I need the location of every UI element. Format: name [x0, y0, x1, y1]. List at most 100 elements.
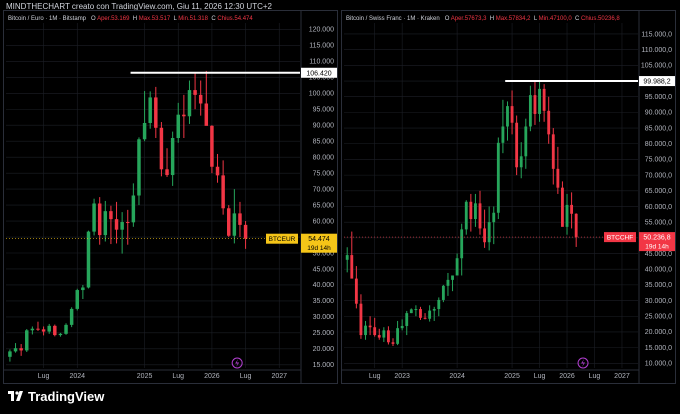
btceur-x-tick-label: Lug: [240, 373, 252, 380]
btcchf-candle-body: [547, 110, 551, 135]
btceur-candlestick-chart[interactable]: 15.000 20.000 25.000 30.000 35.000 40.000 45.0…: [4, 11, 337, 383]
btcchf-x-tick-label: Lug: [369, 373, 381, 380]
btcchf-y-tick-label: 65.000,0: [645, 188, 672, 195]
btceur-candle-body: [58, 333, 63, 336]
btceur-y-tick-label: 25.000: [313, 330, 335, 337]
btcchf-x-tick-label: Lug: [589, 373, 601, 380]
btcchf-candle-body: [510, 106, 514, 123]
btcchf-candle-body: [368, 325, 372, 328]
btcchf-candle-body: [496, 142, 500, 213]
btceur-candle-body: [243, 224, 248, 239]
btcchf-y-tick-label: 15.000,0: [645, 345, 672, 352]
tradingview-brand-text: TradingView: [28, 389, 105, 404]
btcchf-y-tick-label: 35.000,0: [645, 282, 672, 289]
btcchf-y-tick-label: 75.000,0: [645, 157, 672, 164]
btceur-countdown-label: 19d 14h: [307, 245, 331, 252]
btceur-candle-body: [154, 97, 158, 128]
btcchf-candle-body: [519, 156, 523, 168]
btcchf-y-tick-label: 45.000,0: [645, 251, 672, 258]
footer-bar: TradingView: [0, 384, 680, 414]
btceur-candle-body: [36, 328, 40, 330]
btceur-y-tick-label: 80.000: [313, 154, 335, 161]
btcchf-candle-body: [451, 275, 454, 280]
btceur-candle-body: [193, 90, 197, 95]
btceur-candle-body: [69, 308, 74, 325]
btceur-x-tick-label: 2025: [137, 373, 153, 380]
btcchf-candle-body: [400, 325, 404, 329]
btcchf-candle-body: [469, 201, 473, 220]
btceur-candle-body: [204, 103, 209, 126]
btceur-candle-body: [75, 290, 79, 309]
btceur-candle-body: [142, 122, 147, 140]
btcchf-y-tick-label: 95.000,0: [645, 94, 672, 101]
btceur-y-tick-label: 60.000: [313, 218, 335, 225]
btceur-candle-body: [232, 213, 237, 236]
btceur-y-tick-label: 85.000: [313, 138, 335, 145]
btceur-resistance-price-label: 106.420: [306, 70, 331, 77]
btceur-y-tick-label: 65.000: [313, 202, 335, 209]
btcchf-candle-body: [423, 317, 427, 319]
btcchf-y-tick-label: 30.000,0: [645, 298, 672, 305]
btcchf-candle-body: [350, 255, 354, 279]
btceur-y-tick-label: 70.000: [313, 186, 335, 193]
btcchf-candle-body: [524, 126, 528, 157]
btceur-candle-body: [25, 330, 29, 351]
btcchf-candle-body: [561, 187, 564, 227]
btcchf-candle-body: [414, 309, 418, 311]
btceur-candle-body: [13, 348, 18, 352]
btcchf-candle-body: [506, 106, 509, 127]
btceur-chart-pane[interactable]: Bitcoin / Euro · 1M · Bitstamp O Aper.53…: [3, 10, 338, 384]
btcchf-y-tick-label: 115.000,0: [641, 31, 672, 38]
btcchf-candle-body: [542, 88, 546, 111]
btceur-y-tick-label: 115.000: [309, 43, 334, 50]
btceur-candle-body: [165, 169, 169, 176]
btceur-y-tick-label: 40.000: [313, 282, 335, 289]
btcchf-y-tick-label: 90.000,0: [645, 110, 672, 117]
btcchf-x-tick-label: Lug: [534, 373, 546, 380]
btceur-candle-body: [126, 222, 130, 224]
btceur-candle-body: [97, 203, 102, 236]
btcchf-x-tick-label: 2027: [614, 373, 630, 380]
btcchf-candle-body: [501, 126, 505, 143]
btceur-candle-body: [81, 287, 85, 291]
btceur-y-tick-label: 45.000: [313, 266, 335, 273]
btcchf-candle-body: [483, 228, 487, 243]
btcchf-y-tick-label: 40.000,0: [645, 267, 672, 274]
btcchf-candle-body: [354, 278, 358, 304]
btceur-candle-body: [47, 325, 51, 332]
btceur-y-tick-label: 110.000: [309, 59, 334, 66]
btcchf-candle-body: [364, 325, 367, 336]
btcchf-y-tick-label: 10.000,0: [645, 361, 672, 368]
btcchf-candle-body: [441, 285, 445, 300]
tradingview-logo-icon: [8, 390, 23, 401]
btceur-candle-body: [176, 114, 180, 138]
btcchf-candle-body: [396, 328, 399, 344]
btceur-lightning-badge-icon[interactable]: [231, 357, 243, 369]
btceur-candle-body: [30, 328, 35, 331]
btceur-candle-body: [92, 203, 96, 232]
btcchf-y-tick-label: 85.000,0: [645, 125, 672, 132]
tradingview-logo[interactable]: TradingView: [8, 389, 104, 404]
btceur-candle-body: [86, 231, 91, 288]
btceur-candle-body: [227, 208, 231, 236]
btcchf-y-tick-label: 25.000,0: [645, 314, 672, 321]
btcchf-y-tick-label: 105.000,0: [641, 63, 672, 70]
btcchf-y-tick-label: 55.000,0: [645, 219, 672, 226]
btcchf-candle-body: [538, 88, 541, 114]
btcchf-x-tick-label: 2024: [449, 373, 465, 380]
btceur-candle-body: [41, 329, 46, 332]
btcchf-candlestick-chart[interactable]: 10.000,0 15.000,0 20.000,0 25.000,0 30.000,0…: [342, 11, 675, 383]
btcchf-candle-body: [382, 330, 386, 338]
btceur-y-tick-label: 75.000: [313, 170, 335, 177]
btceur-y-tick-label: 95.000: [313, 107, 335, 114]
btceur-candle-body: [238, 213, 242, 225]
btceur-candle-body: [114, 219, 119, 230]
btcchf-y-tick-label: 60.000,0: [645, 204, 672, 211]
btceur-candle-body: [103, 211, 108, 236]
btceur-candle-body: [19, 348, 23, 351]
btceur-x-tick-label: 2026: [204, 373, 220, 380]
btceur-candle-body: [159, 127, 164, 170]
btcchf-chart-pane[interactable]: Bitcoin / Swiss Franc · 1M · Kraken O Ap…: [341, 10, 676, 384]
btcchf-candle-body: [428, 310, 432, 319]
btceur-x-tick-label: Lug: [38, 373, 50, 380]
